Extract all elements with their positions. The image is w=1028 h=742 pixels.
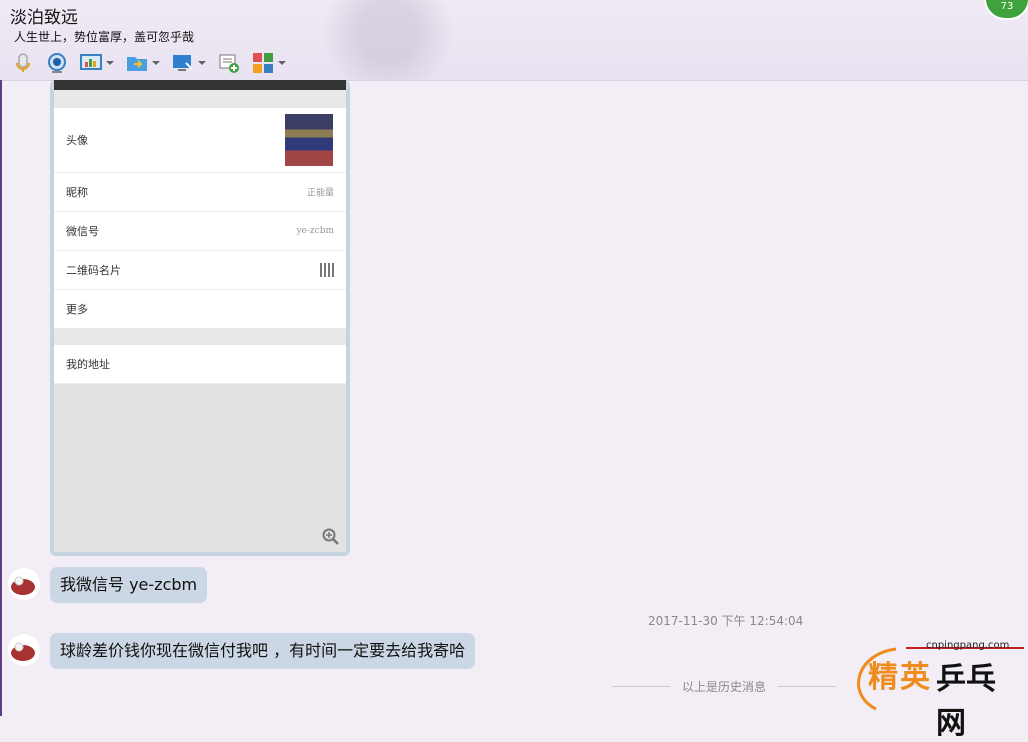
- remote-assist-button[interactable]: [168, 51, 210, 75]
- profile-row-more: 更多: [54, 290, 346, 329]
- window-left-border: [0, 80, 2, 716]
- remote-assist-icon: [173, 55, 193, 71]
- profile-screenshot: 头像 昵称 正能量 微信号 ye-zcbm 二维码名片 更多 我的地址: [54, 80, 346, 552]
- row-label: 我的地址: [66, 358, 110, 371]
- webcam-icon: [48, 53, 66, 73]
- add-chat-icon: [219, 54, 239, 73]
- row-label: 微信号: [66, 225, 99, 238]
- qr-code-icon: [320, 263, 334, 277]
- apps-grid-icon: [253, 53, 273, 73]
- chat-header: 淡泊致远 人生世上，势位富厚，盖可忽乎哉 73: [0, 0, 1028, 81]
- profile-row-avatar: 头像: [54, 108, 346, 173]
- video-call-button[interactable]: [42, 51, 72, 75]
- ping-pong-paddle-icon: [11, 576, 35, 595]
- chevron-down-icon[interactable]: [106, 61, 114, 65]
- send-file-button[interactable]: [122, 51, 164, 75]
- ping-pong-paddle-icon: [11, 642, 35, 661]
- status-bar: [54, 80, 346, 90]
- send-file-icon: [127, 57, 147, 71]
- profile-row-nickname: 昵称 正能量: [54, 173, 346, 212]
- screen-share-icon: [80, 54, 102, 70]
- row-value: 正能量: [306, 188, 334, 199]
- row-value: ye-zcbm: [296, 226, 334, 236]
- profile-avatar: [285, 114, 333, 166]
- avatar[interactable]: [8, 568, 40, 600]
- profile-row-address: 我的地址: [54, 345, 346, 384]
- row-label: 更多: [66, 303, 88, 316]
- row-label: 昵称: [66, 186, 88, 199]
- screen-share-button[interactable]: [76, 51, 118, 75]
- watermark-text: 精英: [868, 660, 932, 695]
- avatar[interactable]: [8, 634, 40, 666]
- watermark-url: cnpingpang.com: [926, 640, 1010, 651]
- voice-call-button[interactable]: [8, 51, 38, 75]
- row-label: 二维码名片: [66, 264, 121, 277]
- profile-row-wechat-id: 微信号 ye-zcbm: [54, 212, 346, 251]
- chat-toolbar: [8, 50, 290, 76]
- new-discussion-button[interactable]: [214, 51, 244, 75]
- chat-message-bubble[interactable]: 球龄差价钱你现在微信付我吧 ，有时间一定要去给我寄哈: [50, 633, 476, 669]
- unread-count-badge[interactable]: 73: [984, 0, 1028, 20]
- zoom-in-icon[interactable]: [322, 528, 340, 546]
- message-timestamp: 2017-11-30 下午 12:54:04: [648, 614, 804, 628]
- contact-signature: 人生世上，势位富厚，盖可忽乎哉: [14, 30, 195, 44]
- microphone-icon: [16, 53, 30, 72]
- row-label: 头像: [66, 134, 88, 147]
- history-divider: 以上是历史消息: [612, 678, 836, 695]
- site-watermark-logo: cnpingpang.com 精英 乒乓网: [846, 634, 1024, 741]
- profile-row-qr-code: 二维码名片: [54, 251, 346, 290]
- chevron-down-icon[interactable]: [152, 61, 160, 65]
- chevron-down-icon[interactable]: [278, 61, 286, 65]
- chevron-down-icon[interactable]: [198, 61, 206, 65]
- shared-image-message[interactable]: 头像 昵称 正能量 微信号 ye-zcbm 二维码名片 更多 我的地址: [50, 80, 350, 556]
- contact-name[interactable]: 淡泊致远: [10, 3, 78, 28]
- apps-button[interactable]: [248, 51, 290, 75]
- watermark-text: 乒乓网: [936, 662, 996, 741]
- chat-message-bubble[interactable]: 我微信号 ye-zcbm: [50, 567, 208, 603]
